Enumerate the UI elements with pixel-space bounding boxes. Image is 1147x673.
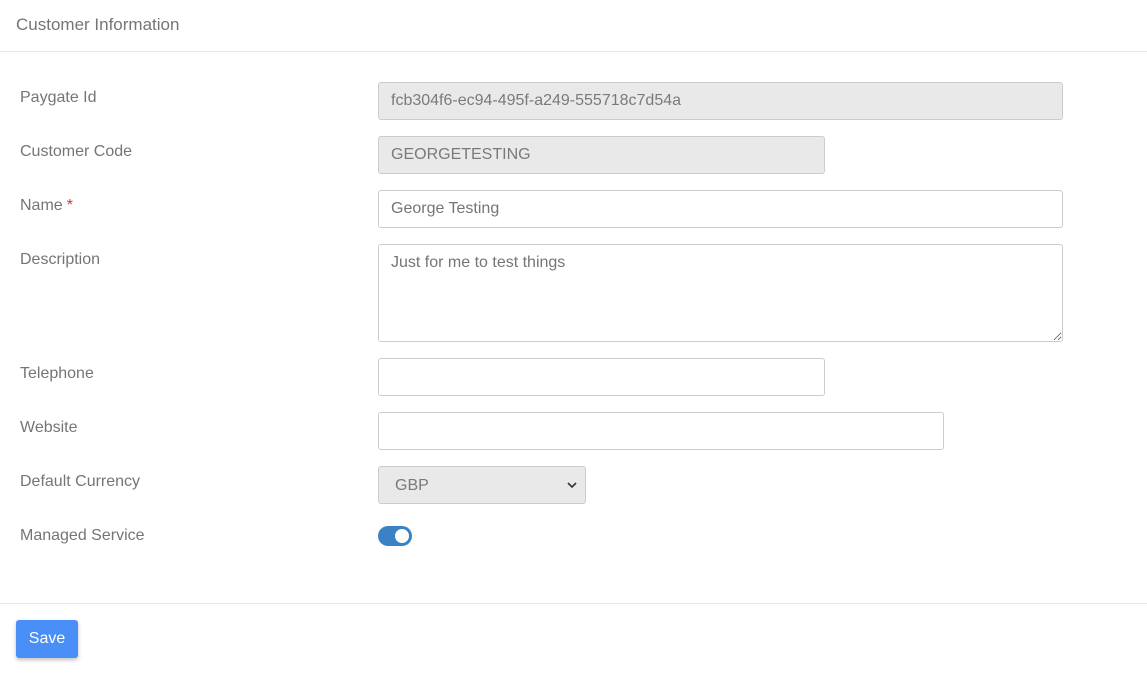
description-label: Description <box>20 251 101 268</box>
paygate-id-label: Paygate Id <box>20 89 97 106</box>
save-button[interactable]: Save <box>16 620 78 658</box>
name-field[interactable] <box>378 190 1063 228</box>
website-field[interactable] <box>378 412 944 450</box>
card-header: Customer Information <box>0 0 1147 52</box>
telephone-label: Telephone <box>20 365 94 382</box>
footer-divider <box>0 603 1147 604</box>
website-label: Website <box>20 419 78 436</box>
customer-code-label: Customer Code <box>20 143 133 160</box>
default-currency-label: Default Currency <box>20 473 141 490</box>
chevron-down-icon <box>567 482 577 489</box>
customer-code-field <box>378 136 825 174</box>
description-field[interactable]: Just for me to test things <box>378 244 1063 342</box>
paygate-id-field <box>378 82 1063 120</box>
required-marker: * <box>66 197 73 214</box>
name-label: Name * <box>20 197 73 215</box>
toggle-knob <box>395 529 409 543</box>
default-currency-select[interactable]: GBP <box>378 466 586 504</box>
managed-service-toggle[interactable] <box>378 526 412 546</box>
default-currency-value: GBP <box>395 477 429 494</box>
telephone-field[interactable] <box>378 358 825 396</box>
managed-service-label: Managed Service <box>20 527 145 544</box>
name-label-text: Name <box>20 197 63 214</box>
card-title: Customer Information <box>16 15 180 34</box>
